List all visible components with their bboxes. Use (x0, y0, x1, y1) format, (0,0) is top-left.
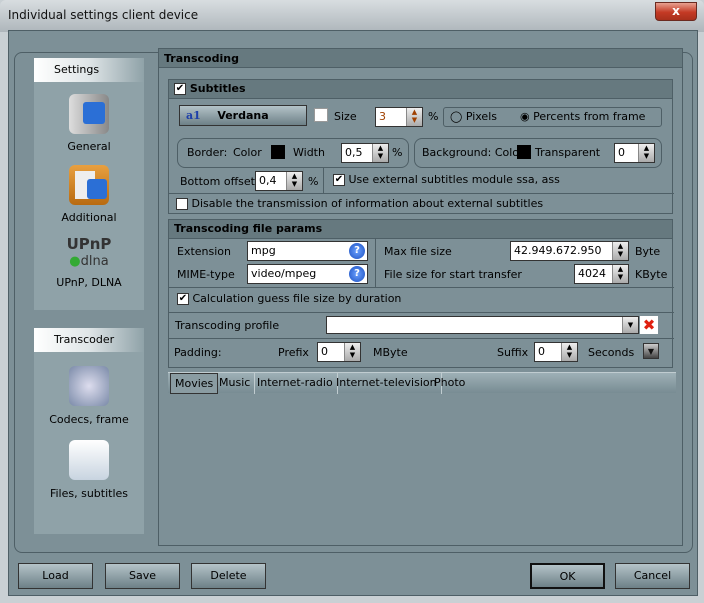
transcoding-panel: Transcoding ✔ Subtitles a1 Verdana Size 3… (158, 48, 683, 546)
subtitles-group: ✔ Subtitles a1 Verdana Size 3 ▲ ▼ % ◯ Pixel… (168, 79, 674, 214)
mime-type-input[interactable]: video/mpeg? (247, 264, 368, 284)
tab-movies[interactable]: Movies (170, 373, 219, 394)
general-device-icon (69, 94, 109, 134)
sidebar-item-upnp-dlna[interactable]: UPnP ●dlna UPnP, DLNA (34, 236, 144, 289)
save-button[interactable]: Save (105, 563, 180, 589)
prefix-spinner[interactable]: ▲ ▼ (344, 343, 360, 361)
clear-profile-icon[interactable]: ✖ (640, 316, 658, 334)
extension-input[interactable]: mpg? (247, 241, 368, 261)
bottom-offset-spinner[interactable]: ▲ ▼ (286, 172, 302, 190)
help-icon[interactable]: ? (349, 266, 365, 282)
panel-title: Transcoding (159, 49, 682, 68)
help-icon[interactable]: ? (349, 243, 365, 259)
border-color-swatch[interactable] (271, 145, 285, 159)
background-color-swatch[interactable] (517, 145, 531, 159)
suffix-input[interactable]: 0 ▲ ▼ (534, 342, 578, 362)
border-width-input[interactable]: 0,5 ▲ ▼ (341, 143, 389, 163)
radio-percents[interactable]: ◉ Percents from frame (520, 110, 645, 123)
prefix-input[interactable]: 0 ▲ ▼ (317, 342, 361, 362)
size-input[interactable]: 3 ▲ ▼ (375, 107, 423, 127)
delete-button[interactable]: Delete (191, 563, 266, 589)
sidebar-item-general[interactable]: General (34, 94, 144, 153)
bottom-offset-input[interactable]: 0,4 ▲ ▼ (255, 171, 303, 191)
cancel-button[interactable]: Cancel (615, 563, 690, 589)
start-transfer-size-input[interactable]: 4024 ▲ ▼ (574, 264, 629, 284)
tab-internet-television[interactable]: Internet-television (332, 373, 442, 394)
sidebar-item-files-subtitles[interactable]: Files, subtitles (34, 440, 144, 500)
font-button[interactable]: a1 Verdana (179, 105, 307, 126)
padding-unit-dropdown[interactable]: ▼ (643, 343, 659, 359)
sidebar-item-codecs-frame[interactable]: Codecs, frame (34, 366, 144, 426)
calc-guess-checkbox[interactable]: ✔ Calculation guess file size by duratio… (177, 292, 401, 305)
transcoder-header: Transcoder (34, 328, 144, 352)
disable-transmission-checkbox[interactable]: Disable the transmission of information … (176, 197, 543, 210)
tab-photo[interactable]: Photo (430, 373, 469, 394)
codecs-gears-icon (69, 366, 109, 406)
sidebar-item-additional[interactable]: Additional (34, 165, 144, 224)
subtitles-checkbox[interactable]: ✔ (174, 83, 186, 95)
border-group: Border: Color Width 0,5 ▲ ▼ % (177, 138, 409, 168)
max-file-size-input[interactable]: 42.949.672.950 ▲ ▼ (510, 241, 629, 261)
load-button[interactable]: Load (18, 563, 93, 589)
transparent-input[interactable]: 0 ▲ ▼ (614, 143, 655, 163)
suffix-spinner[interactable]: ▲ ▼ (561, 343, 577, 361)
settings-header: Settings (34, 58, 144, 82)
max-file-size-spinner[interactable]: ▲ ▼ (612, 242, 628, 260)
tab-music[interactable]: Music (215, 373, 256, 394)
transcoder-panel: Transcoder Codecs, frame Files, subtitle… (34, 328, 144, 534)
use-external-checkbox[interactable]: ✔ Use external subtitles module ssa, ass (333, 173, 560, 186)
chevron-down-icon[interactable]: ▼ (622, 317, 638, 333)
clipboard-checklist-icon (69, 165, 109, 205)
font-color-swatch[interactable] (314, 108, 328, 122)
size-label: Size (334, 110, 357, 123)
window-title: Individual settings client device (8, 8, 199, 22)
background-group: Background: Color Transparent 0 ▲ ▼ (414, 138, 662, 168)
upnp-dlna-logo: UPnP ●dlna (66, 235, 112, 269)
size-spinner[interactable]: ▲ ▼ (406, 108, 422, 126)
transcoding-profile-select[interactable]: ▼ (326, 316, 639, 334)
media-tabs: Movies Music Internet-radio Internet-tel… (168, 372, 676, 394)
tab-internet-radio[interactable]: Internet-radio (253, 373, 338, 394)
transparent-spinner[interactable]: ▲ ▼ (638, 144, 654, 162)
settings-panel: Settings General Additional UPnP ●dlna UP… (34, 58, 144, 310)
file-params-group: Transcoding file params Extension mpg? M… (168, 219, 674, 368)
unit-radio-group: ◯ Pixels ◉ Percents from frame (443, 107, 662, 127)
font-icon: a1 (186, 109, 201, 122)
radio-pixels[interactable]: ◯ Pixels (450, 110, 497, 123)
border-width-spinner[interactable]: ▲ ▼ (372, 144, 388, 162)
ok-button[interactable]: OK (530, 563, 605, 589)
files-gears-icon (69, 440, 109, 480)
close-button[interactable]: x (655, 2, 697, 21)
start-transfer-spinner[interactable]: ▲ ▼ (612, 265, 628, 283)
